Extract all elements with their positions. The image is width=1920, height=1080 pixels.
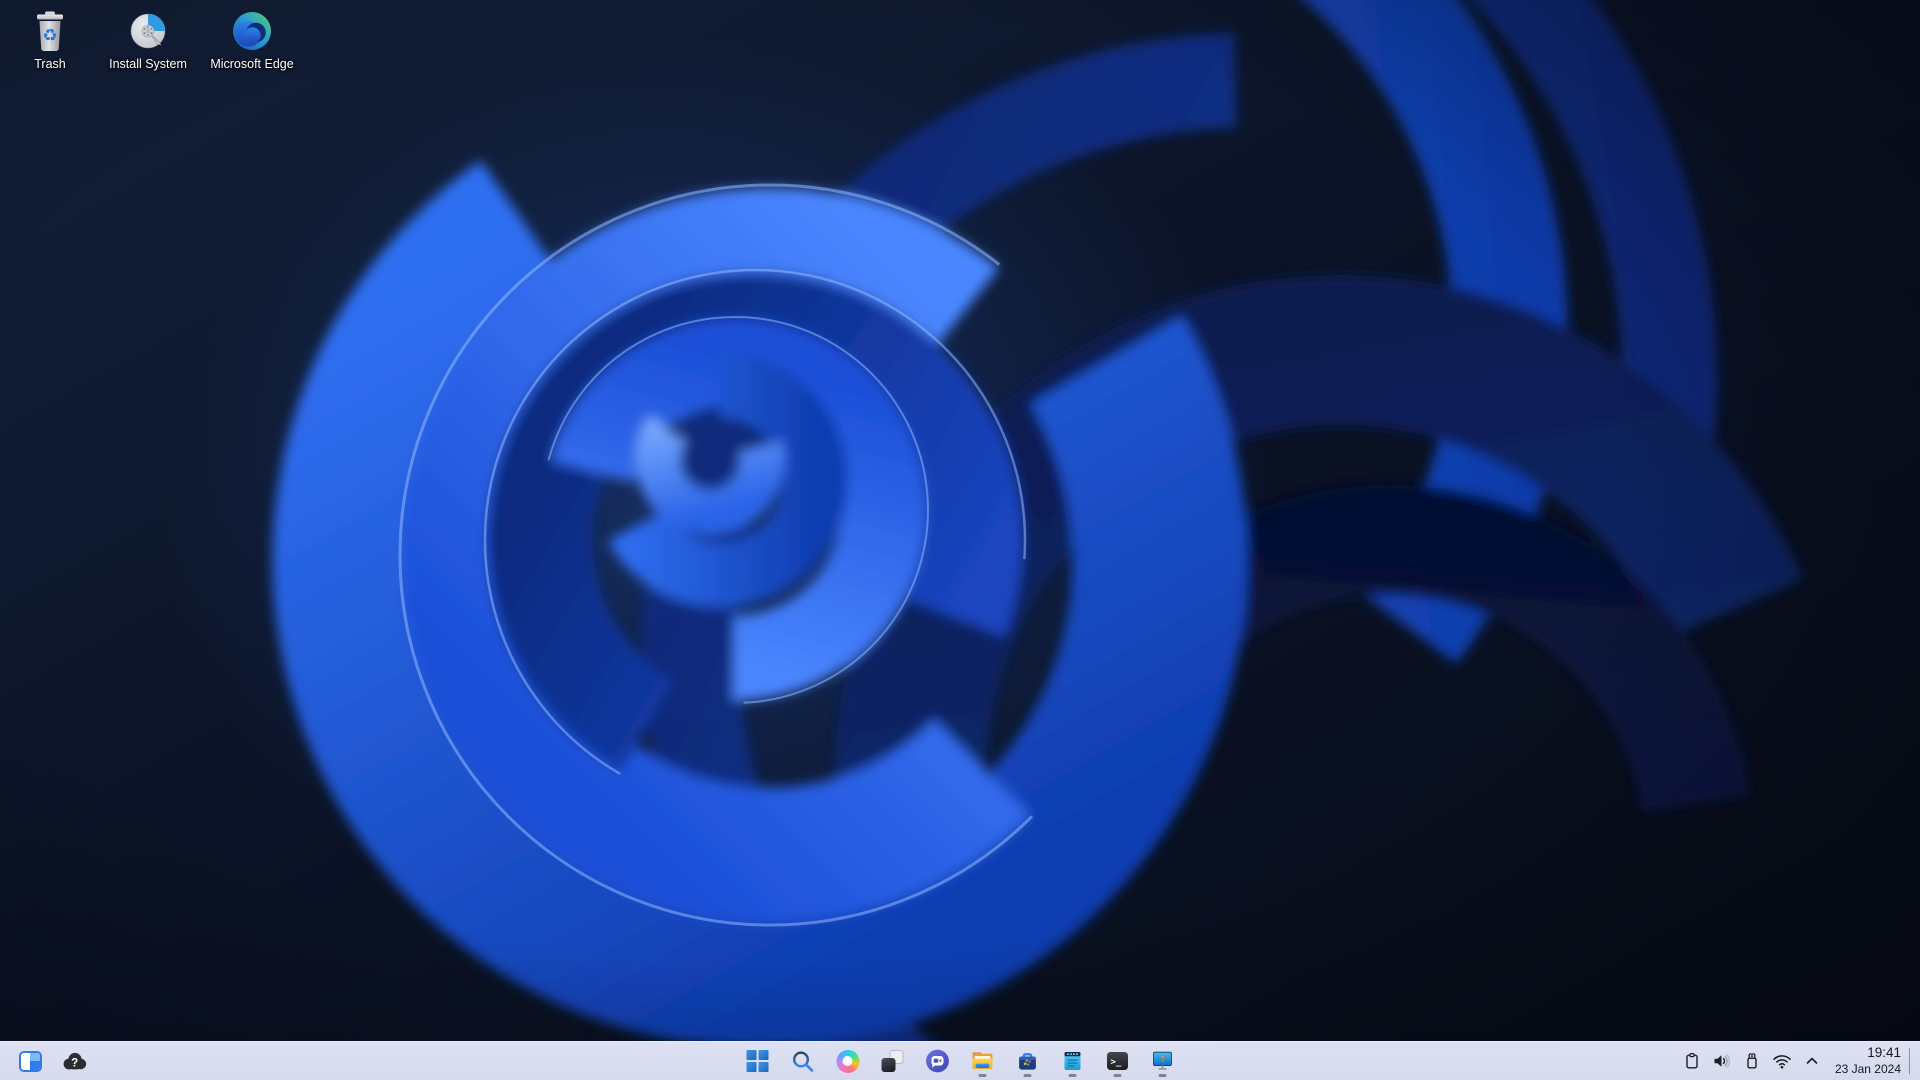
usb-tray-button[interactable]: [1737, 1044, 1767, 1078]
copilot-icon: [836, 1049, 859, 1073]
desktop-icon-label: Trash: [34, 57, 66, 71]
desktop-icon-install-system[interactable]: Install System: [100, 8, 196, 72]
search-button[interactable]: [783, 1044, 823, 1078]
file-explorer-button[interactable]: [963, 1044, 1003, 1078]
clipboard-icon: [1686, 1053, 1698, 1069]
desktop-icon-trash[interactable]: ♻ Trash: [2, 8, 98, 72]
store-bag-button[interactable]: [1008, 1044, 1048, 1078]
file-explorer-icon: [972, 1052, 993, 1069]
terminal-icon: >_: [1107, 1052, 1128, 1070]
show-desktop-button[interactable]: [1909, 1042, 1920, 1080]
usb-drive-icon: [1747, 1053, 1757, 1069]
notepad-icon: [1064, 1052, 1081, 1070]
store-bag-icon: [1019, 1053, 1036, 1070]
weather-unknown-glyph: ?: [71, 1057, 78, 1069]
terminal-button[interactable]: >_: [1098, 1044, 1138, 1078]
running-indicator: [1158, 1074, 1167, 1077]
wallpaper-bloom: [0, 0, 1920, 1080]
volume-icon: [1714, 1054, 1731, 1068]
clock-date: 23 Jan 2024: [1834, 1061, 1901, 1076]
running-indicator: [1023, 1074, 1032, 1077]
show-desktop-divider: [1909, 1048, 1910, 1074]
wifi-icon: [1773, 1055, 1791, 1069]
weather-widget-button[interactable]: ?: [56, 1044, 92, 1078]
task-view-icon: [881, 1050, 904, 1072]
clock-time: 19:41: [1867, 1045, 1901, 1061]
weather-cloud-icon: ?: [63, 1052, 86, 1070]
search-icon: [792, 1050, 813, 1072]
running-indicator: [1068, 1074, 1077, 1077]
task-view-button[interactable]: [873, 1044, 913, 1078]
chat-icon: [926, 1049, 949, 1073]
display-question-icon: [1153, 1051, 1172, 1070]
start-button[interactable]: [738, 1044, 778, 1078]
windows-logo-icon: [746, 1050, 769, 1072]
notepad-button[interactable]: [1053, 1044, 1093, 1078]
widgets-button[interactable]: [12, 1044, 48, 1078]
taskbar-tray: 19:41 23 Jan 2024: [1677, 1042, 1920, 1080]
clock[interactable]: 19:41 23 Jan 2024: [1827, 1045, 1909, 1076]
edge-icon: [204, 8, 300, 54]
running-indicator: [1113, 1074, 1122, 1077]
installer-disk-icon: [100, 8, 196, 54]
wifi-tray-button[interactable]: [1767, 1044, 1797, 1078]
trash-icon: ♻: [2, 8, 98, 54]
display-installer-button[interactable]: [1143, 1044, 1183, 1078]
running-indicator: [978, 1074, 987, 1077]
chevron-up-icon: [1806, 1057, 1818, 1064]
copilot-button[interactable]: [828, 1044, 868, 1078]
terminal-prompt-glyph: >_: [1111, 1058, 1122, 1068]
desktop-icon-label: Microsoft Edge: [210, 57, 294, 71]
hidden-icons-button[interactable]: [1797, 1044, 1827, 1078]
clipboard-tray-button[interactable]: [1677, 1044, 1707, 1078]
desktop-icon-microsoft-edge[interactable]: Microsoft Edge: [204, 8, 300, 72]
taskbar: ? >_ 19:41 23 Jan 2024: [0, 1041, 1920, 1080]
chat-button[interactable]: [918, 1044, 958, 1078]
desktop-icon-label: Install System: [109, 57, 187, 71]
taskbar-center-cluster: >_: [738, 1042, 1183, 1080]
widgets-icon: [18, 1050, 42, 1072]
volume-tray-button[interactable]: [1707, 1044, 1737, 1078]
taskbar-left-cluster: ?: [12, 1042, 92, 1080]
svg-text:♻: ♻: [42, 26, 57, 46]
windows-desktop: ♻ Trash Install System Microsoft Edge ? …: [0, 0, 1920, 1080]
